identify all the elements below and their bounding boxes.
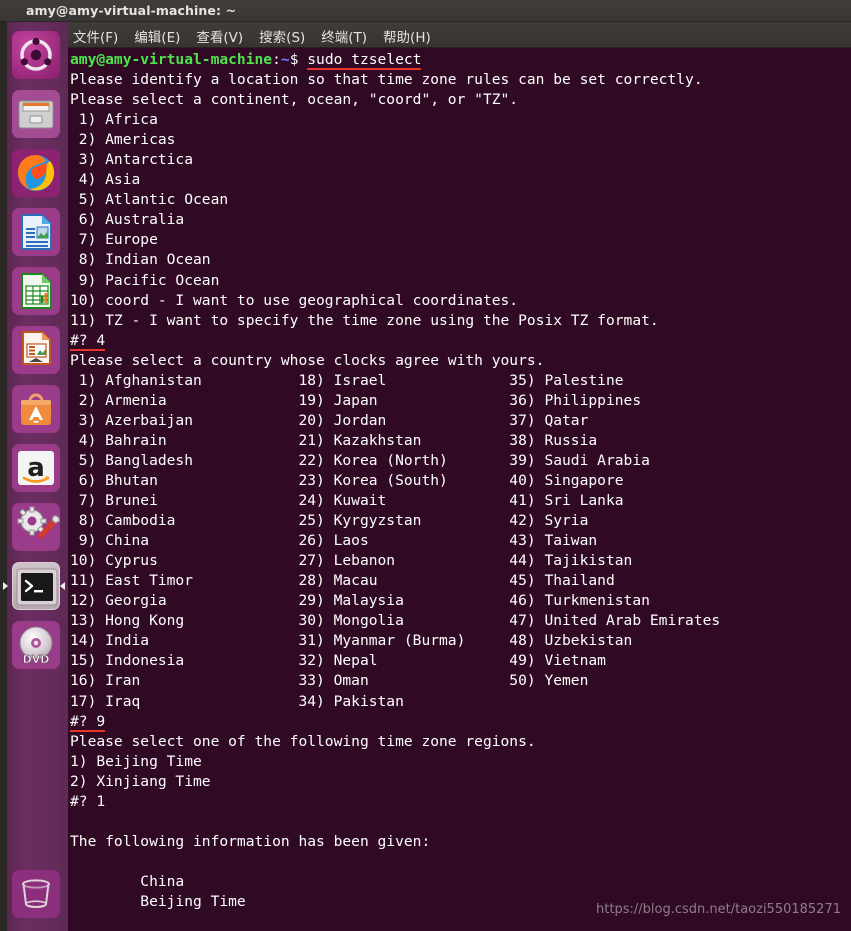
terminal-line: 6) Australia (70, 211, 185, 229)
terminal-line: 8) Indian Ocean (70, 251, 211, 269)
terminal-line: China (70, 872, 185, 890)
menubar: 文件(F) 编辑(E) 查看(V) 搜索(S) 终端(T) 帮助(H) (0, 22, 851, 48)
terminal-line: The following information has been given… (70, 832, 431, 850)
terminal-line: 2) Americas (70, 131, 176, 149)
terminal-line: Please identify a location so that time … (70, 71, 703, 89)
terminal-line: 1) Beijing Time (70, 752, 202, 770)
trash-icon[interactable] (12, 870, 60, 918)
ubuntu-dash-icon[interactable] (12, 31, 60, 79)
libreoffice-impress-icon[interactable] (12, 326, 60, 374)
terminal-running-indicator-right (60, 582, 65, 590)
svg-text:a: a (27, 453, 45, 483)
ubuntu-software-icon[interactable] (12, 385, 60, 433)
libreoffice-writer-icon[interactable] (12, 208, 60, 256)
terminal-line: 17) Iraq 34) Pakistan (70, 692, 404, 710)
files-icon[interactable] (12, 90, 60, 138)
amazon-icon[interactable]: a (12, 444, 60, 492)
terminal-line: 1) Afghanistan 18) Israel 35) Palestine (70, 371, 624, 389)
terminal-line: 5) Atlantic Ocean (70, 191, 229, 209)
prompt-path: ~ (280, 51, 290, 68)
terminal-output-area[interactable]: amy@amy-virtual-machine:~$ sudo tzselect… (68, 48, 851, 931)
terminal-line: 13) Hong Kong 30) Mongolia 47) United Ar… (70, 612, 721, 630)
dvd-icon[interactable]: DVD (12, 621, 60, 669)
unity-launcher: a DVD (0, 22, 68, 931)
menu-terminal[interactable]: 终端(T) (318, 25, 370, 47)
terminal-line: 15) Indonesia 32) Nepal 49) Vietnam (70, 652, 606, 670)
terminal-line: 2) Xinjiang Time (70, 772, 211, 790)
terminal-line: 8) Cambodia 25) Kyrgyzstan 42) Syria (70, 512, 589, 530)
terminal-line: Please select a country whose clocks agr… (70, 351, 545, 369)
terminal-line: #? 1 (70, 792, 106, 810)
menu-help[interactable]: 帮助(H) (380, 25, 434, 47)
terminal-line: 16) Iran 33) Oman 50) Yemen (70, 672, 589, 690)
terminal-line: 5) Bangladesh 22) Korea (North) 39) Saud… (70, 451, 650, 469)
firefox-icon[interactable] (12, 149, 60, 197)
menu-file[interactable]: 文件(F) (70, 25, 121, 47)
terminal-text: amy@amy-virtual-machine:~$ sudo tzselect… (70, 50, 720, 931)
terminal-icon[interactable] (12, 562, 60, 610)
terminal-line: 3) Antarctica (70, 151, 194, 169)
terminal-line: 3) Azerbaijan 20) Jordan 37) Qatar (70, 411, 589, 429)
watermark-text: https://blog.csdn.net/taozi550185271 (596, 902, 841, 917)
terminal-line: 14) India 31) Myanmar (Burma) 48) Uzbeki… (70, 632, 633, 650)
libreoffice-calc-icon[interactable] (12, 267, 60, 315)
terminal-line: 7) Europe (70, 231, 158, 249)
window-titlebar: amy@amy-virtual-machine: ~ (0, 0, 851, 22)
svg-text:DVD: DVD (23, 653, 50, 666)
terminal-line: 4) Bahrain 21) Kazakhstan 38) Russia (70, 431, 598, 449)
terminal-line: Please select a continent, ocean, "coord… (70, 91, 519, 109)
menu-view[interactable]: 查看(V) (193, 25, 246, 47)
terminal-line: 4) Asia (70, 171, 141, 189)
terminal-line: 11) East Timor 28) Macau 45) Thailand (70, 572, 615, 590)
terminal-line: 1) Africa (70, 111, 158, 129)
terminal-line: #? 9 (70, 712, 106, 732)
terminal-line: 11) TZ - I want to specify the time zone… (70, 311, 659, 329)
prompt-user-host: amy@amy-virtual-machine (70, 51, 273, 68)
terminal-line: #? 4 (70, 331, 106, 351)
prompt-command: sudo tzselect (307, 51, 422, 68)
window-title: amy@amy-virtual-machine: ~ (26, 3, 237, 18)
terminal-prompt-line: amy@amy-virtual-machine:~$ sudo tzselect (70, 51, 422, 70)
terminal-line: 10) Cyprus 27) Lebanon 44) Tajikistan (70, 552, 633, 570)
system-settings-icon[interactable] (12, 503, 60, 551)
terminal-line: Please select one of the following time … (70, 732, 536, 750)
terminal-line: 7) Brunei 24) Kuwait 41) Sri Lanka (70, 492, 624, 510)
terminal-running-indicator-left (3, 582, 8, 590)
terminal-line: 6) Bhutan 23) Korea (South) 40) Singapor… (70, 471, 624, 489)
terminal-line: 12) Georgia 29) Malaysia 46) Turkmenista… (70, 592, 650, 610)
terminal-line: 9) Pacific Ocean (70, 271, 220, 289)
terminal-line: 9) China 26) Laos 43) Taiwan (70, 532, 598, 550)
menu-edit[interactable]: 编辑(E) (131, 25, 183, 47)
menu-search[interactable]: 搜索(S) (256, 25, 308, 47)
terminal-line: 10) coord - I want to use geographical c… (70, 291, 519, 309)
terminal-line: 2) Armenia 19) Japan 36) Philippines (70, 391, 642, 409)
terminal-window: amy@amy-virtual-machine: ~ 文件(F) 编辑(E) 查… (0, 0, 851, 931)
